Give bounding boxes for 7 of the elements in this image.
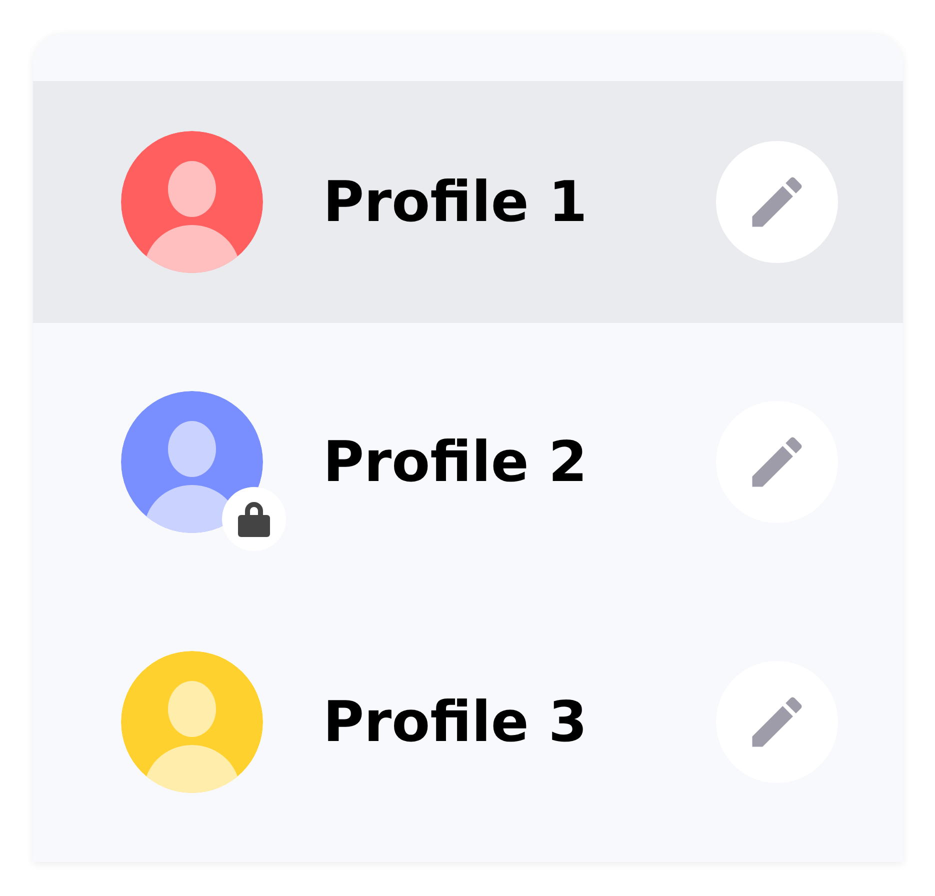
profile-name: Profile 2 [323, 430, 588, 494]
profile-row[interactable]: Profile 2 [33, 341, 903, 583]
profile-name: Profile 1 [323, 170, 588, 234]
profile-row[interactable]: Profile 3 [33, 601, 903, 843]
lock-icon [237, 500, 271, 538]
profile-row[interactable]: Profile 1 [33, 81, 903, 323]
profile-name: Profile 3 [323, 690, 588, 754]
